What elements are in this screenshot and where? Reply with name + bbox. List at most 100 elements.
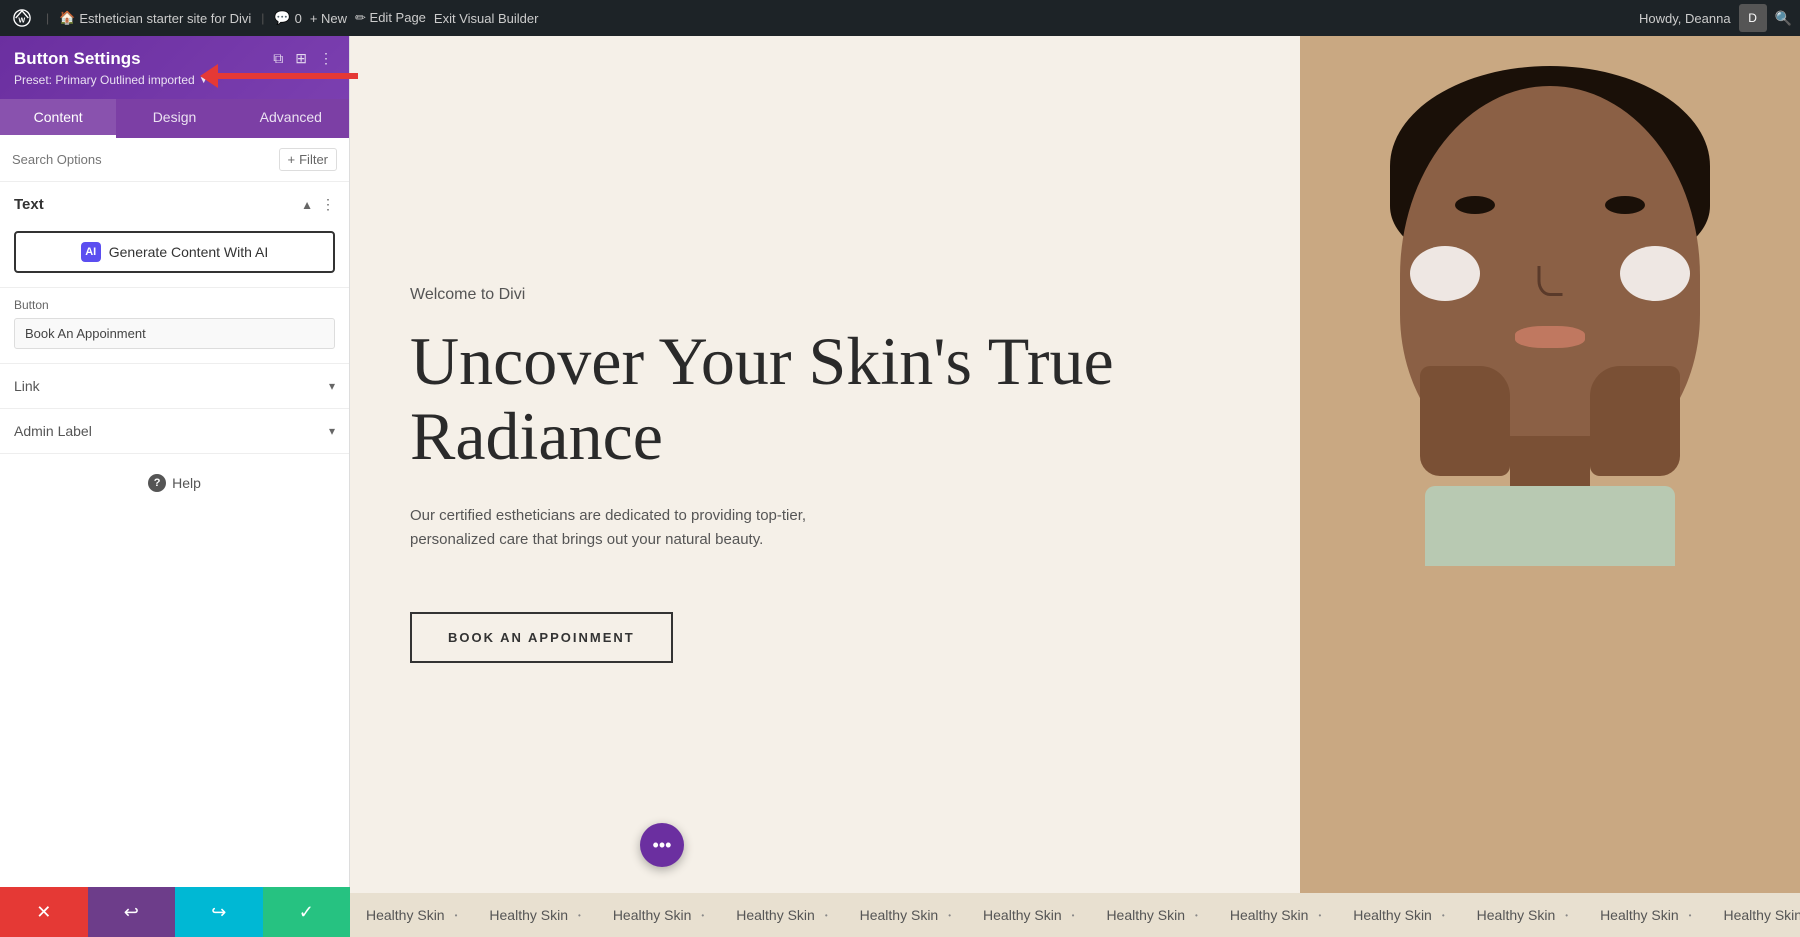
scroll-text: Healthy Skin xyxy=(1477,907,1556,923)
scroll-item: Healthy Skin • xyxy=(720,907,843,923)
text-section-dots-icon[interactable]: ⋮ xyxy=(321,196,335,213)
undo-button[interactable]: ↩ xyxy=(88,887,176,937)
panel-content: Text ▲ ⋮ AI Generate Content With AI But… xyxy=(0,182,349,937)
undo-icon: ↩ xyxy=(124,902,139,923)
scroll-dot: • xyxy=(1318,911,1321,920)
close-icon: ✕ xyxy=(36,902,51,923)
scroll-text: Healthy Skin xyxy=(1230,907,1309,923)
site-name: Esthetician starter site for Divi xyxy=(79,11,251,26)
hero-section: Welcome to Divi Uncover Your Skin's True… xyxy=(350,36,1800,893)
scroll-text: Healthy Skin xyxy=(1353,907,1432,923)
generate-ai-button[interactable]: AI Generate Content With AI xyxy=(14,231,335,273)
filter-plus: + xyxy=(288,152,296,167)
ai-button-label: Generate Content With AI xyxy=(109,244,269,260)
admin-label-chevron-icon[interactable]: ▾ xyxy=(329,424,335,438)
text-section-controls: ▲ ⋮ xyxy=(301,196,335,213)
wp-logo[interactable]: W xyxy=(8,4,36,32)
scroll-text: Healthy Skin xyxy=(860,907,939,923)
panel-header-icons: ⧉ ⊞ ⋮ xyxy=(271,48,335,69)
button-text-input[interactable] xyxy=(14,318,335,349)
tab-advanced[interactable]: Advanced xyxy=(233,99,349,138)
scroll-item: Healthy Skin • xyxy=(1214,907,1337,923)
hero-cta-button[interactable]: BOOK AN APPOINMENT xyxy=(410,612,673,663)
scroll-item: Healthy Skin • xyxy=(1461,907,1584,923)
text-section-header[interactable]: Text ▲ ⋮ xyxy=(0,182,349,227)
user-avatar: D xyxy=(1739,4,1767,32)
right-hand xyxy=(1590,366,1680,476)
scroll-dot: • xyxy=(1072,911,1075,920)
left-panel: Button Settings ⧉ ⊞ ⋮ Preset: Primary Ou… xyxy=(0,36,350,937)
text-section: Text ▲ ⋮ AI Generate Content With AI xyxy=(0,182,349,288)
filter-button[interactable]: + Filter xyxy=(279,148,337,171)
scroll-text: Healthy Skin xyxy=(613,907,692,923)
shirt-shape xyxy=(1425,486,1675,566)
left-hand xyxy=(1420,366,1510,476)
scroll-dot: • xyxy=(578,911,581,920)
scroll-item: Healthy Skin • xyxy=(473,907,596,923)
exit-builder-btn[interactable]: Exit Visual Builder xyxy=(434,11,539,26)
edit-label: ✏ Edit Page xyxy=(355,10,426,26)
scroll-dot: • xyxy=(1565,911,1568,920)
svg-text:W: W xyxy=(18,16,25,25)
link-section-header[interactable]: Link ▾ xyxy=(0,364,349,408)
fab-button[interactable]: ••• xyxy=(640,823,684,867)
save-icon: ✓ xyxy=(299,902,314,923)
bottom-toolbar: ✕ ↩ ↪ ✓ xyxy=(0,887,350,937)
scroll-bar: Healthy Skin • Healthy Skin • Healthy Skin… xyxy=(350,893,1800,937)
main-layout: Button Settings ⧉ ⊞ ⋮ Preset: Primary Ou… xyxy=(0,0,1800,937)
right-eye xyxy=(1605,196,1645,214)
scroll-text: Healthy Skin xyxy=(736,907,815,923)
hero-right xyxy=(1300,36,1800,893)
text-chevron-icon[interactable]: ▲ xyxy=(301,198,313,212)
hero-title: Uncover Your Skin's True Radiance xyxy=(410,324,1240,474)
scroll-item: Healthy Skin• xyxy=(967,907,1090,923)
scroll-bar-inner: Healthy Skin • Healthy Skin • Healthy Skin… xyxy=(350,907,1800,923)
preset-arrow: ▼ xyxy=(199,75,209,86)
panel-header: Button Settings ⧉ ⊞ ⋮ Preset: Primary Ou… xyxy=(0,36,349,99)
filter-label: Filter xyxy=(299,152,328,167)
scroll-text: Healthy Skin xyxy=(489,907,568,923)
tab-design[interactable]: Design xyxy=(116,99,232,138)
hero-description: Our certified estheticians are dedicated… xyxy=(410,504,890,552)
admin-bar-edit[interactable]: ✏ Edit Page xyxy=(355,10,426,26)
preset-selector[interactable]: Preset: Primary Outlined imported ▼ xyxy=(14,73,335,87)
more-icon[interactable]: ⋮ xyxy=(317,48,335,69)
admin-bar-comments[interactable]: 💬 0 xyxy=(274,10,301,26)
scroll-text: Healthy Skin xyxy=(366,907,445,923)
copy-icon[interactable]: ⧉ xyxy=(271,48,285,69)
scroll-dot: • xyxy=(825,911,828,920)
scroll-item: Healthy Skin• xyxy=(844,907,967,923)
ai-icon: AI xyxy=(81,242,101,262)
admin-bar: W | 🏠 Esthetician starter site for Divi … xyxy=(0,0,1800,36)
scroll-item: Healthy Skin• xyxy=(1584,907,1707,923)
hero-image xyxy=(1300,36,1800,893)
link-section-title: Link xyxy=(14,378,40,394)
lips-shape xyxy=(1515,326,1585,348)
scroll-item: Healthy Skin • xyxy=(1090,907,1213,923)
tab-content[interactable]: Content xyxy=(0,99,116,138)
panel-header-top: Button Settings ⧉ ⊞ ⋮ xyxy=(14,48,335,69)
hero-left: Welcome to Divi Uncover Your Skin's True… xyxy=(350,36,1300,893)
button-section: Button xyxy=(0,288,349,364)
admin-bar-new[interactable]: + New xyxy=(310,11,347,26)
text-section-title: Text xyxy=(14,196,44,213)
admin-label-header[interactable]: Admin Label ▾ xyxy=(0,409,349,453)
redo-button[interactable]: ↪ xyxy=(175,887,263,937)
admin-bar-site[interactable]: 🏠 Esthetician starter site for Divi xyxy=(59,10,251,26)
link-chevron-icon[interactable]: ▾ xyxy=(329,379,335,393)
scroll-dot: • xyxy=(1195,911,1198,920)
save-button[interactable]: ✓ xyxy=(263,887,351,937)
search-icon[interactable]: 🔍 xyxy=(1775,10,1792,27)
scroll-text: Healthy Skin xyxy=(1106,907,1185,923)
scroll-dot: • xyxy=(701,911,704,920)
nose-shape xyxy=(1538,266,1563,296)
button-field-label: Button xyxy=(14,298,335,312)
grid-icon[interactable]: ⊞ xyxy=(293,48,309,69)
comment-icon: 💬 xyxy=(274,10,290,26)
search-options-input[interactable] xyxy=(12,152,271,167)
close-button[interactable]: ✕ xyxy=(0,887,88,937)
help-section[interactable]: ? Help xyxy=(0,454,349,512)
search-bar: + Filter xyxy=(0,138,349,182)
scroll-item: Healthy Skin • xyxy=(597,907,720,923)
link-section: Link ▾ xyxy=(0,364,349,409)
